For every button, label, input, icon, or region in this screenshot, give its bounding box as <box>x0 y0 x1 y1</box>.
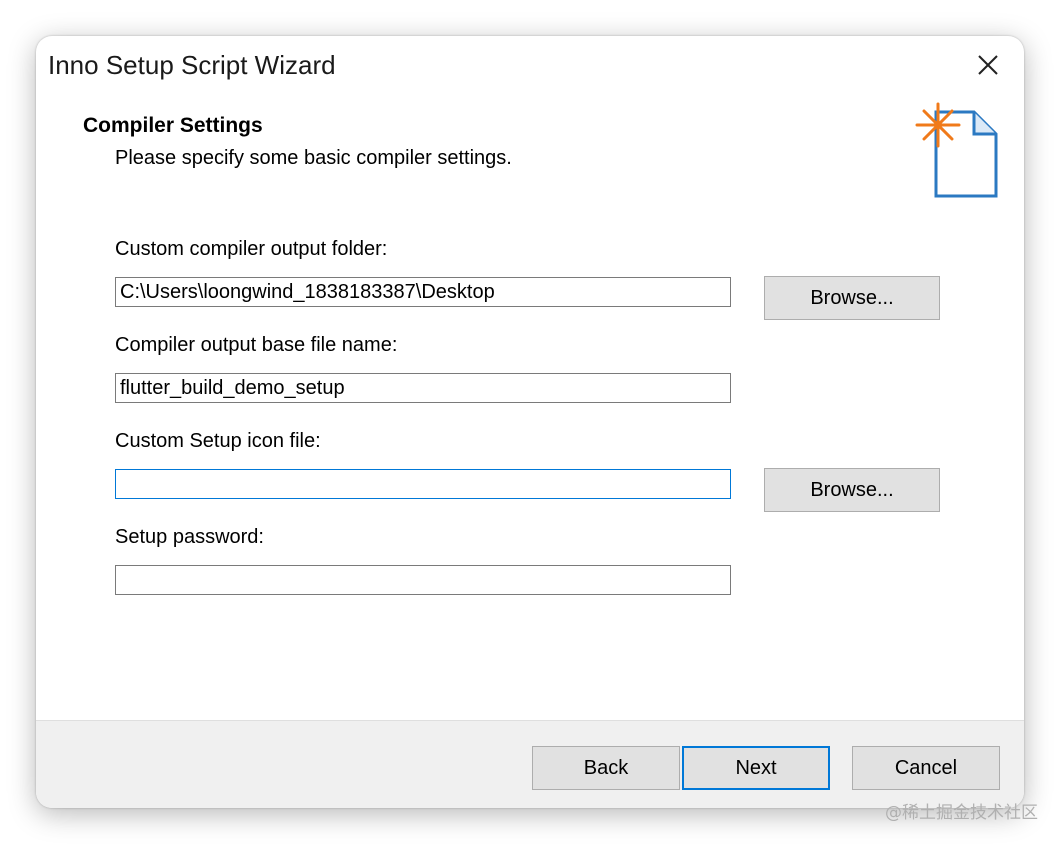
setup-icon-label: Custom Setup icon file: <box>115 430 321 452</box>
footer-bar: Back Next Cancel <box>36 720 1024 808</box>
setup-icon-field[interactable] <box>115 469 731 499</box>
setup-icon-browse-button[interactable]: Browse... <box>764 468 940 512</box>
back-button[interactable]: Back <box>532 746 680 790</box>
output-folder-browse-button[interactable]: Browse... <box>764 276 940 320</box>
watermark: @稀土掘金技术社区 <box>885 803 1038 823</box>
close-button[interactable] <box>968 48 1008 84</box>
page-heading: Compiler Settings <box>83 114 263 137</box>
output-folder-label: Custom compiler output folder: <box>115 238 388 260</box>
wizard-window: Inno Setup Script Wizard Compiler Settin… <box>36 36 1024 808</box>
base-filename-label: Compiler output base file name: <box>115 334 398 356</box>
cancel-button[interactable]: Cancel <box>852 746 1000 790</box>
output-folder-field[interactable] <box>115 277 731 307</box>
password-field[interactable] <box>115 565 731 595</box>
password-label: Setup password: <box>115 526 264 548</box>
base-filename-field[interactable] <box>115 373 731 403</box>
next-button[interactable]: Next <box>682 746 830 790</box>
close-icon <box>978 55 998 75</box>
page-subheading: Please specify some basic compiler setti… <box>115 147 512 169</box>
window-title: Inno Setup Script Wizard <box>48 50 336 80</box>
wizard-document-sparkle-icon <box>915 102 998 198</box>
